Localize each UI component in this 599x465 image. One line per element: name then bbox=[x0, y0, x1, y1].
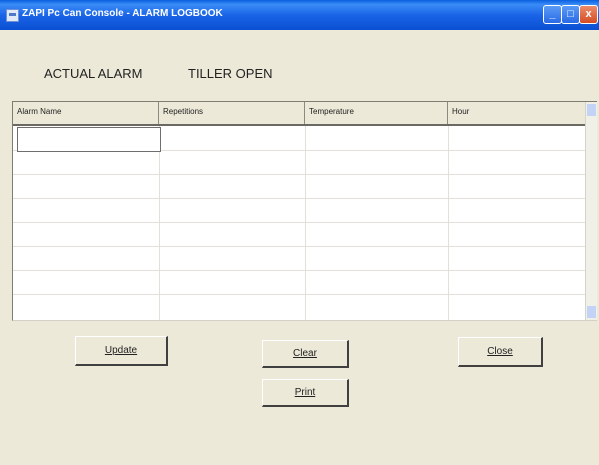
close-button-label: Close bbox=[487, 346, 513, 357]
maximize-button[interactable]: □ bbox=[561, 5, 580, 24]
print-button-label: Print bbox=[294, 387, 316, 398]
clear-button[interactable]: Clear bbox=[262, 340, 349, 368]
actual-alarm-label: ACTUAL ALARM bbox=[44, 66, 143, 81]
vertical-scrollbar[interactable] bbox=[585, 102, 597, 320]
app-icon bbox=[6, 9, 19, 22]
scroll-down-arrow[interactable] bbox=[587, 306, 596, 318]
minimize-button[interactable]: _ bbox=[543, 5, 562, 24]
row-divider bbox=[13, 246, 585, 247]
column-header-temperature[interactable]: Temperature bbox=[305, 102, 448, 124]
clear-button-label: Clear bbox=[293, 348, 317, 359]
close-button[interactable]: Close bbox=[458, 337, 543, 367]
column-header-hour[interactable]: Hour bbox=[448, 102, 586, 124]
table-header: Alarm Name Repetitions Temperature Hour bbox=[13, 102, 597, 126]
close-window-button[interactable]: x bbox=[579, 5, 598, 24]
row-divider bbox=[13, 198, 585, 199]
row-divider bbox=[13, 294, 585, 295]
selected-cell[interactable] bbox=[17, 127, 161, 152]
column-divider bbox=[305, 126, 306, 320]
column-header-repetitions[interactable]: Repetitions bbox=[159, 102, 305, 124]
alarm-table[interactable]: Alarm Name Repetitions Temperature Hour bbox=[12, 101, 597, 321]
column-divider bbox=[448, 126, 449, 320]
update-button-label: Update bbox=[104, 345, 138, 356]
alarm-logbook-window: ZAPI Pc Can Console - ALARM LOGBOOK _ □ … bbox=[0, 0, 599, 465]
scroll-up-arrow[interactable] bbox=[587, 104, 596, 116]
row-divider bbox=[13, 270, 585, 271]
actual-alarm-value: TILLER OPEN bbox=[188, 66, 273, 81]
update-button[interactable]: Update bbox=[75, 336, 168, 366]
title-bar[interactable]: ZAPI Pc Can Console - ALARM LOGBOOK _ □ … bbox=[0, 0, 599, 30]
print-button[interactable]: Print bbox=[262, 379, 349, 407]
row-divider bbox=[13, 174, 585, 175]
row-divider bbox=[13, 222, 585, 223]
column-divider bbox=[159, 126, 160, 320]
window-title: ZAPI Pc Can Console - ALARM LOGBOOK bbox=[22, 8, 223, 19]
column-header-alarm-name[interactable]: Alarm Name bbox=[13, 102, 159, 124]
